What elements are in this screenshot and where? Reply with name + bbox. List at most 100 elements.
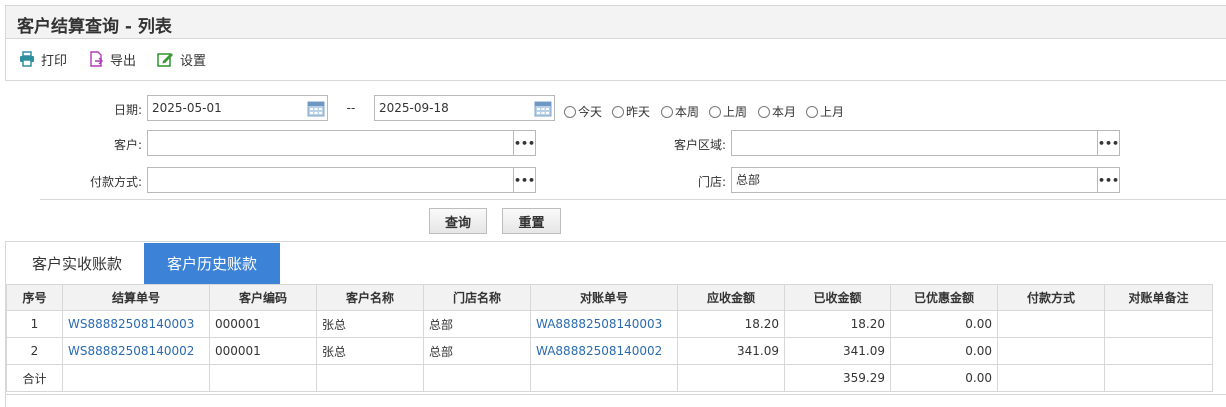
cell-received: 341.09 (784, 337, 891, 365)
region-picker-button[interactable]: ••• (1097, 130, 1120, 156)
grid-bottom-border (6, 394, 1226, 395)
total-row: 合计 359.29 0.00 (6, 364, 1213, 392)
toolbar: 打印 导出 设置 (5, 39, 1226, 81)
export-label: 导出 (110, 53, 137, 69)
empty-cell (423, 364, 531, 392)
radio-label: 上周 (723, 105, 748, 119)
cell-remark (1104, 310, 1213, 338)
reconciliation-no-link[interactable]: WA88882508140003 (530, 310, 678, 338)
cell-received: 18.20 (784, 310, 891, 338)
cell-receivable: 18.20 (677, 310, 785, 338)
table-header-row: 序号 结算单号 客户编码 客户名称 门店名称 对账单号 应收金额 已收金额 已优… (6, 284, 1213, 311)
reconciliation-no-link[interactable]: WA88882508140002 (530, 337, 678, 365)
date-to-input[interactable]: 2025-09-18 (374, 95, 555, 121)
store-input[interactable]: 总部 (731, 167, 1098, 193)
print-button[interactable]: 打印 (19, 48, 67, 70)
settlement-no-link[interactable]: WS88882508140003 (62, 310, 210, 338)
page-title: 客户结算查询 - 列表 (17, 17, 172, 37)
settings-button[interactable]: 设置 (157, 48, 206, 70)
radio-label: 昨天 (626, 105, 651, 119)
title-bar: 客户结算查询 - 列表 (5, 5, 1226, 39)
column-header[interactable]: 门店名称 (423, 284, 531, 311)
cell-no: 2 (6, 337, 63, 365)
empty-cell (997, 364, 1105, 392)
cell-payment (997, 310, 1105, 338)
cell-payment (997, 337, 1105, 365)
radio-circle[interactable] (564, 105, 576, 118)
radio-circle[interactable] (661, 105, 673, 118)
result-grid: 序号 结算单号 客户编码 客户名称 门店名称 对账单号 应收金额 已收金额 已优… (5, 284, 1226, 407)
region-input[interactable] (731, 130, 1098, 156)
empty-cell (1104, 364, 1213, 392)
column-header[interactable]: 客户编码 (209, 284, 317, 311)
radio-circle[interactable] (612, 105, 624, 118)
settlement-no-link[interactable]: WS88882508140002 (62, 337, 210, 365)
export-icon (90, 51, 103, 67)
date-to-value: 2025-09-18 (379, 101, 449, 115)
table-row[interactable]: 2 WS88882508140002 000001 张总 总部 WA888825… (6, 337, 1213, 365)
cell-store: 总部 (423, 337, 531, 365)
print-label: 打印 (41, 53, 68, 69)
column-header[interactable]: 对账单号 (530, 284, 678, 311)
total-received: 359.29 (784, 364, 891, 392)
radio-last-month[interactable]: 上月 (806, 103, 844, 120)
column-header[interactable]: 已优惠金额 (890, 284, 998, 311)
radio-this-week[interactable]: 本周 (661, 103, 699, 120)
date-from-input[interactable]: 2025-05-01 (147, 95, 328, 121)
radio-circle[interactable] (709, 105, 721, 118)
query-button[interactable]: 查询 (429, 208, 487, 234)
date-separator: -- (346, 101, 356, 115)
radio-yesterday[interactable]: 昨天 (612, 103, 650, 120)
cell-remark (1104, 337, 1213, 365)
payment-label: 付款方式: (89, 175, 142, 189)
empty-cell (62, 364, 210, 392)
cell-no: 1 (6, 310, 63, 338)
filter-divider (40, 199, 1226, 200)
radio-this-month[interactable]: 本月 (758, 103, 796, 120)
date-label: 日期: (113, 103, 142, 117)
store-picker-button[interactable]: ••• (1097, 167, 1120, 193)
empty-cell (316, 364, 424, 392)
table-row[interactable]: 1 WS88882508140003 000001 张总 总部 WA888825… (6, 310, 1213, 338)
column-header[interactable]: 客户名称 (316, 284, 424, 311)
payment-method-input[interactable] (147, 167, 514, 193)
column-header[interactable]: 应收金额 (677, 284, 785, 311)
empty-cell (209, 364, 317, 392)
radio-last-week[interactable]: 上周 (709, 103, 747, 120)
calendar-icon[interactable] (532, 96, 554, 120)
result-table: 序号 结算单号 客户编码 客户名称 门店名称 对账单号 应收金额 已收金额 已优… (6, 284, 1213, 392)
column-header[interactable]: 对账单备注 (1104, 284, 1213, 311)
calendar-icon[interactable] (305, 96, 327, 120)
empty-cell (677, 364, 785, 392)
tab-history[interactable]: 客户历史账款 (144, 243, 280, 284)
customer-label: 客户: (113, 138, 142, 152)
radio-label: 本周 (675, 105, 700, 119)
total-discount: 0.00 (890, 364, 998, 392)
radio-today[interactable]: 今天 (564, 103, 602, 120)
radio-circle[interactable] (806, 105, 818, 118)
customer-picker-button[interactable]: ••• (513, 130, 536, 156)
total-label: 合计 (6, 364, 63, 392)
store-label: 门店: (697, 175, 726, 189)
edit-settings-icon (157, 53, 173, 67)
date-from-value: 2025-05-01 (152, 101, 222, 115)
payment-picker-button[interactable]: ••• (513, 167, 536, 193)
cell-receivable: 341.09 (677, 337, 785, 365)
cell-customer-name: 张总 (316, 310, 424, 338)
column-header[interactable]: 序号 (6, 284, 63, 311)
column-header[interactable]: 结算单号 (62, 284, 210, 311)
reset-button[interactable]: 重置 (502, 208, 561, 234)
radio-circle[interactable] (758, 105, 770, 118)
column-header[interactable]: 付款方式 (997, 284, 1105, 311)
export-button[interactable]: 导出 (88, 48, 136, 70)
cell-store: 总部 (423, 310, 531, 338)
cell-customer-code: 000001 (209, 310, 317, 338)
settings-label: 设置 (180, 53, 207, 69)
customer-input[interactable] (147, 130, 514, 156)
column-header[interactable]: 已收金额 (784, 284, 891, 311)
tab-receivable[interactable]: 客户实收账款 (9, 243, 145, 284)
radio-label: 上月 (820, 105, 845, 119)
tab-bar: 客户实收账款 客户历史账款 (5, 241, 1226, 284)
cell-customer-name: 张总 (316, 337, 424, 365)
printer-icon (20, 51, 34, 67)
